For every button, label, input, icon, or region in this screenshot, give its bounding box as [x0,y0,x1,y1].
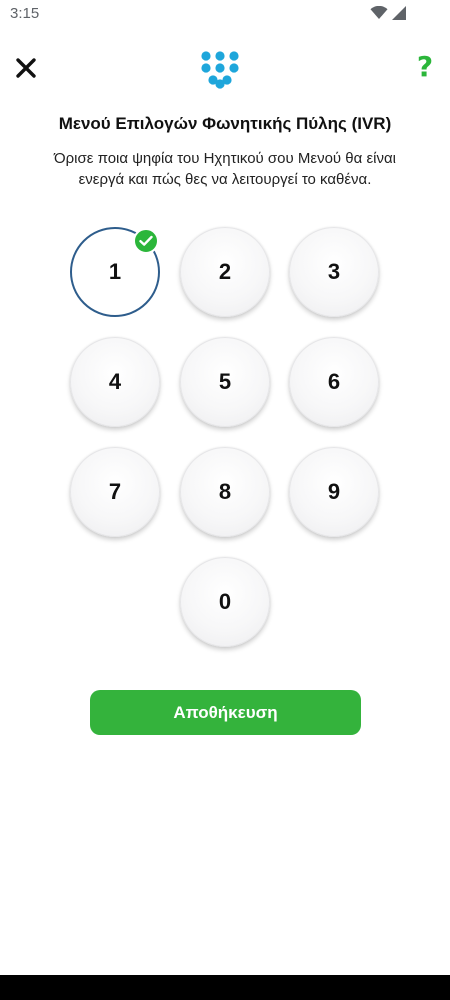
page-subtitle: Όρισε ποια ψηφία του Ηχητικού σου Μενού … [53,150,396,188]
key-2[interactable]: 2 [180,227,270,317]
close-icon [16,58,36,78]
status-time: 3:15 [10,5,40,22]
save-button[interactable]: Αποθήκευση [90,690,361,735]
key-5[interactable]: 5 [180,337,270,427]
wifi-icon [370,6,388,19]
key-4[interactable]: 4 [70,337,160,427]
key-9[interactable]: 9 [289,447,379,537]
checkmark-icon [139,235,153,246]
status-bar: 3:15 [0,0,450,28]
system-navigation-bar [0,975,450,1000]
help-button[interactable]: ? [414,51,436,83]
key-7[interactable]: 7 [70,447,160,537]
ivr-menu-screen: 3:15 ? Μενού Επιλογών Φωνητικής Πύλης (I… [0,0,450,1000]
keypad-logo-icon [201,51,239,89]
close-button[interactable] [13,55,39,81]
key-6[interactable]: 6 [289,337,379,427]
key-3[interactable]: 3 [289,227,379,317]
selected-check-badge [133,228,159,254]
cellular-signal-icon [392,6,406,20]
page-title: Μενού Επιλογών Φωνητικής Πύλης (IVR) [58,114,392,133]
key-8[interactable]: 8 [180,447,270,537]
status-icons [370,6,406,20]
key-0[interactable]: 0 [180,557,270,647]
